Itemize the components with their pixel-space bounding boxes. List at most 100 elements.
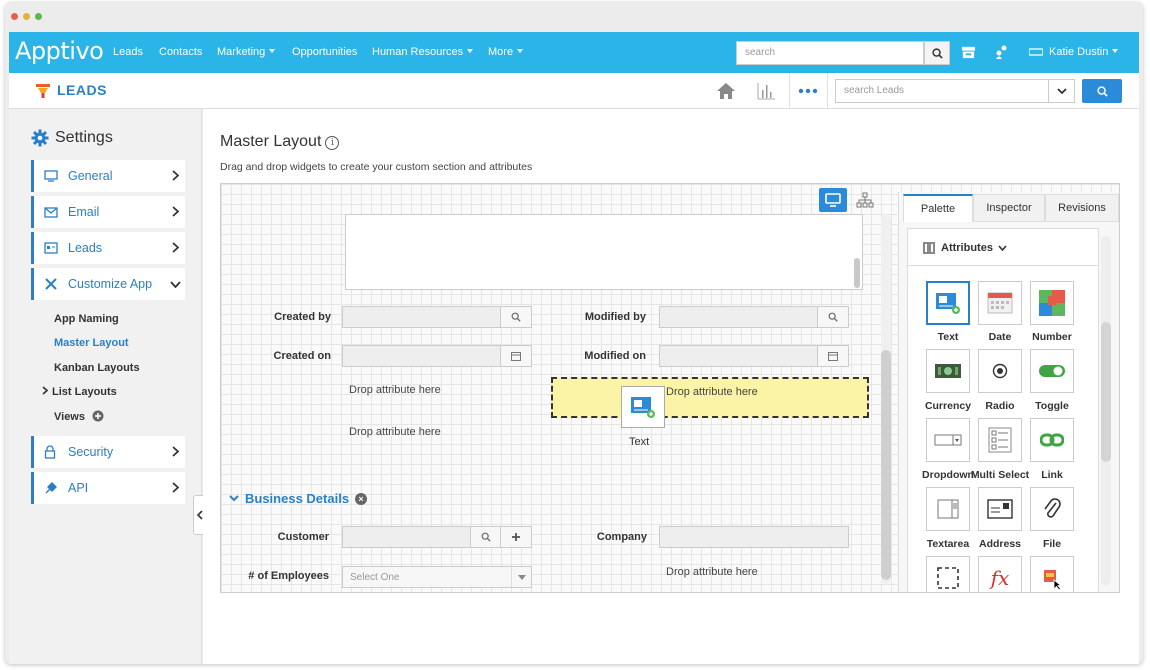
caret-down-icon xyxy=(467,49,474,53)
company-input[interactable] xyxy=(659,526,849,548)
search-icon xyxy=(828,312,838,322)
palette-widget-formula[interactable]: fx xyxy=(978,556,1022,592)
store-icon[interactable] xyxy=(960,44,976,60)
palette-widget-address[interactable] xyxy=(978,487,1022,531)
tab-palette[interactable]: Palette xyxy=(903,194,973,222)
nav-more[interactable]: More xyxy=(488,46,524,58)
sidebar-item-label: Leads xyxy=(68,241,103,255)
palette-widget-section[interactable] xyxy=(926,556,970,592)
sidebar-item-label: API xyxy=(68,481,89,495)
scrollbar-thumb[interactable] xyxy=(1101,322,1111,462)
drop-attribute-placeholder[interactable]: Drop attribute here xyxy=(349,426,441,438)
drop-attribute-placeholder[interactable]: Drop attribute here xyxy=(349,384,441,396)
nav-contacts[interactable]: Contacts xyxy=(159,46,202,58)
global-search-input[interactable]: search xyxy=(736,41,924,65)
modified-by-label: Modified by xyxy=(584,311,646,323)
dashed-box-icon xyxy=(937,567,959,589)
drop-attribute-placeholder[interactable]: Drop attribute here xyxy=(666,566,758,578)
palette-widget-date[interactable] xyxy=(978,281,1022,325)
people-icon[interactable] xyxy=(994,44,1010,60)
module-title[interactable]: LEADS xyxy=(57,82,107,98)
customer-add-button[interactable] xyxy=(500,526,532,548)
attributes-group-header[interactable]: Attributes xyxy=(922,241,1007,255)
sidebar-item-leads[interactable]: Leads xyxy=(31,232,185,264)
textarea-icon xyxy=(937,499,959,519)
sidebar-sub-master-layout[interactable]: Master Layout xyxy=(54,337,129,349)
created-on-calendar-button[interactable] xyxy=(500,345,532,367)
info-icon[interactable]: i xyxy=(325,136,340,150)
textarea-field[interactable] xyxy=(345,214,863,290)
desktop-view-button[interactable] xyxy=(819,188,847,212)
layout-canvas[interactable]: Created by Modified by Created on Modifi… xyxy=(220,183,1120,593)
chevron-right-icon xyxy=(172,482,179,493)
more-dots-icon[interactable] xyxy=(797,81,819,101)
palette-widget-file[interactable] xyxy=(1030,487,1074,531)
nav-opportunities[interactable]: Opportunities xyxy=(292,46,357,58)
employees-select[interactable]: Select One xyxy=(342,566,532,588)
sidebar-item-security[interactable]: Security xyxy=(31,436,185,468)
created-by-search-button[interactable] xyxy=(500,306,532,328)
monitor-icon xyxy=(825,193,841,207)
customer-search-button[interactable] xyxy=(470,526,502,548)
sidebar-sub-views[interactable]: Views xyxy=(54,410,104,423)
created-by-input[interactable] xyxy=(342,306,502,328)
palette-widget-number[interactable] xyxy=(1030,281,1074,325)
palette-widget-link[interactable] xyxy=(1030,418,1074,462)
sidebar-sub-kanban-layouts[interactable]: Kanban Layouts xyxy=(54,362,140,374)
link-icon xyxy=(1040,433,1064,447)
nav-human-resources[interactable]: Human Resources xyxy=(372,46,474,58)
modified-by-input[interactable] xyxy=(659,306,819,328)
palette-scrollbar[interactable] xyxy=(1101,236,1111,586)
section-header-business-details[interactable]: Business Details × xyxy=(229,491,368,506)
modified-on-input[interactable] xyxy=(659,345,819,367)
dropdown-icon xyxy=(934,434,962,446)
customer-input[interactable] xyxy=(342,526,472,548)
scrollbar-thumb[interactable] xyxy=(881,350,891,580)
caret-down-icon xyxy=(269,49,276,53)
lead-search-dropdown[interactable] xyxy=(1049,79,1075,103)
bar-chart-icon[interactable] xyxy=(755,81,777,101)
modified-by-search-button[interactable] xyxy=(817,306,849,328)
minimize-window-dot[interactable] xyxy=(23,13,30,20)
modified-on-calendar-button[interactable] xyxy=(817,345,849,367)
palette-panel: Palette Inspector Revisions Attributes T… xyxy=(898,192,1119,592)
palette-widget-toggle[interactable] xyxy=(1030,349,1074,393)
divider xyxy=(789,73,790,109)
palette-widget-radio[interactable] xyxy=(978,349,1022,393)
scrollbar-thumb[interactable] xyxy=(854,258,860,288)
nav-leads[interactable]: Leads xyxy=(113,46,143,58)
hierarchy-view-button[interactable] xyxy=(851,188,879,212)
dragging-text-widget[interactable] xyxy=(621,386,665,428)
sidebar-item-email[interactable]: Email xyxy=(31,196,185,228)
palette-widget-label: Number xyxy=(1032,331,1072,343)
tab-inspector[interactable]: Inspector xyxy=(973,194,1045,222)
textarea-scrollbar[interactable] xyxy=(853,214,861,290)
palette-widget-currency[interactable] xyxy=(926,349,970,393)
nav-marketing[interactable]: Marketing xyxy=(217,46,276,58)
sidebar-item-general[interactable]: General xyxy=(31,160,185,192)
radio-icon xyxy=(992,363,1008,379)
close-window-dot[interactable] xyxy=(11,13,18,20)
palette-widget-dropdown[interactable] xyxy=(926,418,970,462)
tab-revisions[interactable]: Revisions xyxy=(1045,194,1119,222)
sidebar-item-api[interactable]: API xyxy=(31,472,185,504)
canvas-scrollbar[interactable] xyxy=(881,214,891,584)
palette-widget-multi-select[interactable] xyxy=(978,418,1022,462)
home-icon[interactable] xyxy=(715,81,737,101)
palette-widget-reference[interactable] xyxy=(1030,556,1074,592)
module-bar: LEADS search Leads xyxy=(9,73,1139,109)
lead-search-button[interactable] xyxy=(1082,79,1122,103)
user-menu[interactable]: Katie Dustin xyxy=(1049,46,1119,58)
sidebar-sub-list-layouts[interactable]: List Layouts xyxy=(42,386,117,398)
palette-widget-textarea[interactable] xyxy=(926,487,970,531)
lead-search-input[interactable]: search Leads xyxy=(835,79,1049,103)
sidebar-sub-app-naming[interactable]: App Naming xyxy=(54,313,119,325)
palette-widget-text[interactable] xyxy=(926,281,970,325)
sidebar-item-customize-app[interactable]: Customize App xyxy=(31,268,185,300)
global-search-button[interactable] xyxy=(924,41,950,65)
created-on-input[interactable] xyxy=(342,345,502,367)
add-circle-icon[interactable] xyxy=(92,410,104,422)
maximize-window-dot[interactable] xyxy=(35,13,42,20)
brand-logo[interactable]: Apptivo xyxy=(15,37,104,65)
remove-section-icon[interactable]: × xyxy=(355,492,368,505)
